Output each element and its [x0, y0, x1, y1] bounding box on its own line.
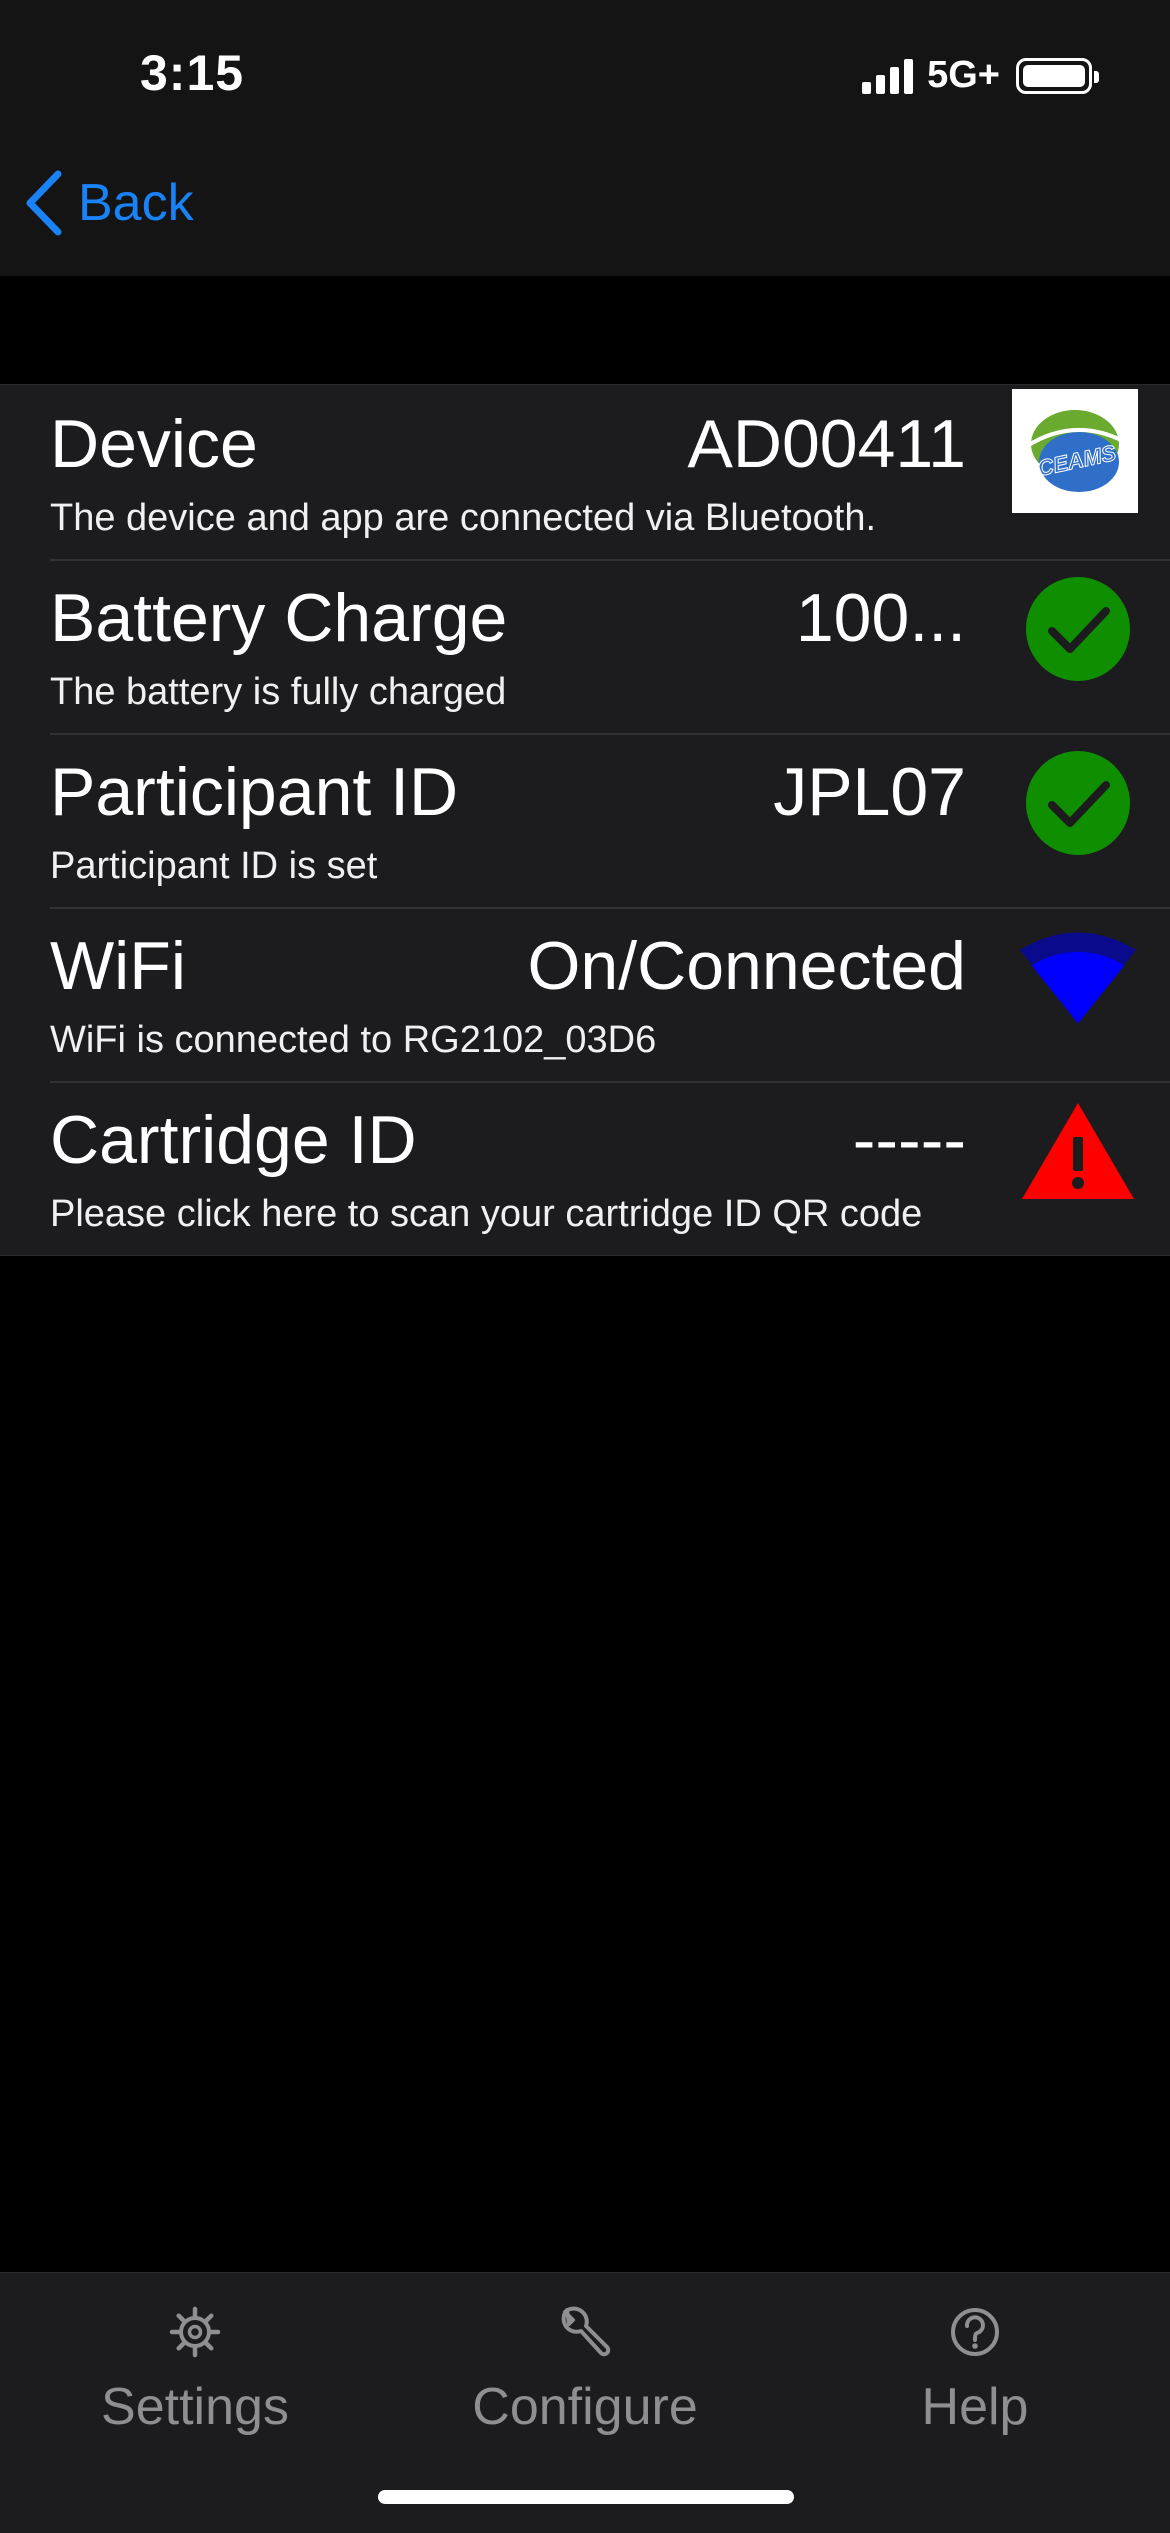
row-subtitle: Participant ID is set [50, 845, 378, 887]
back-button[interactable]: Back [24, 170, 194, 236]
row-value: 100... [795, 580, 966, 656]
status-indicators: 5G+ [862, 54, 1099, 97]
row-wifi[interactable]: WiFi On/Connected WiFi is connected to R… [0, 907, 1170, 1081]
gear-icon [30, 2297, 360, 2367]
battery-level-fill [1023, 64, 1085, 87]
warning-icon [1018, 1091, 1138, 1211]
row-cartridge-id[interactable]: Cartridge ID ----- Please click here to … [0, 1081, 1170, 1255]
row-title: Battery Charge [50, 580, 508, 656]
back-label: Back [78, 174, 194, 232]
device-status-list: Device AD00411 The device and app are co… [0, 384, 1170, 1256]
row-device[interactable]: Device AD00411 The device and app are co… [0, 385, 1170, 559]
status-bar: 3:15 5G+ [0, 0, 1170, 150]
row-subtitle: Please click here to scan your cartridge… [50, 1193, 923, 1235]
row-subtitle: WiFi is connected to RG2102_03D6 [50, 1019, 657, 1061]
row-title: WiFi [50, 928, 186, 1004]
help-circle-icon [810, 2297, 1140, 2367]
tab-help[interactable]: Help [810, 2297, 1140, 2437]
row-title: Participant ID [50, 754, 459, 830]
tab-label: Settings [101, 2378, 289, 2436]
tab-label: Configure [472, 2378, 698, 2436]
row-subtitle: The device and app are connected via Blu… [50, 497, 877, 539]
row-subtitle: The battery is fully charged [50, 671, 507, 713]
row-participant-id[interactable]: Participant ID JPL07 Participant ID is s… [0, 733, 1170, 907]
chevron-left-icon [26, 170, 62, 236]
row-battery-charge[interactable]: Battery Charge 100... The battery is ful… [0, 559, 1170, 733]
ceams-logo: CEAMS [1012, 389, 1138, 513]
tab-configure[interactable]: Configure [420, 2297, 750, 2437]
row-title: Device [50, 406, 258, 482]
wrench-icon [420, 2297, 750, 2367]
row-value: JPL07 [773, 754, 966, 830]
cellular-signal-icon [862, 58, 914, 94]
navigation-bar: Back [0, 150, 1170, 276]
tab-label: Help [921, 2378, 1029, 2436]
row-value: ----- [852, 1102, 966, 1178]
check-circle-icon [1018, 743, 1138, 863]
row-value: On/Connected [527, 928, 966, 1004]
row-value: AD00411 [687, 406, 966, 482]
wifi-icon [1018, 917, 1138, 1037]
home-indicator [378, 2490, 794, 2504]
battery-icon [1016, 57, 1099, 94]
check-circle-icon [1018, 569, 1138, 689]
network-type: 5G+ [927, 54, 1000, 96]
row-title: Cartridge ID [50, 1102, 417, 1178]
status-time: 3:15 [140, 45, 245, 101]
tab-settings[interactable]: Settings [30, 2297, 360, 2437]
